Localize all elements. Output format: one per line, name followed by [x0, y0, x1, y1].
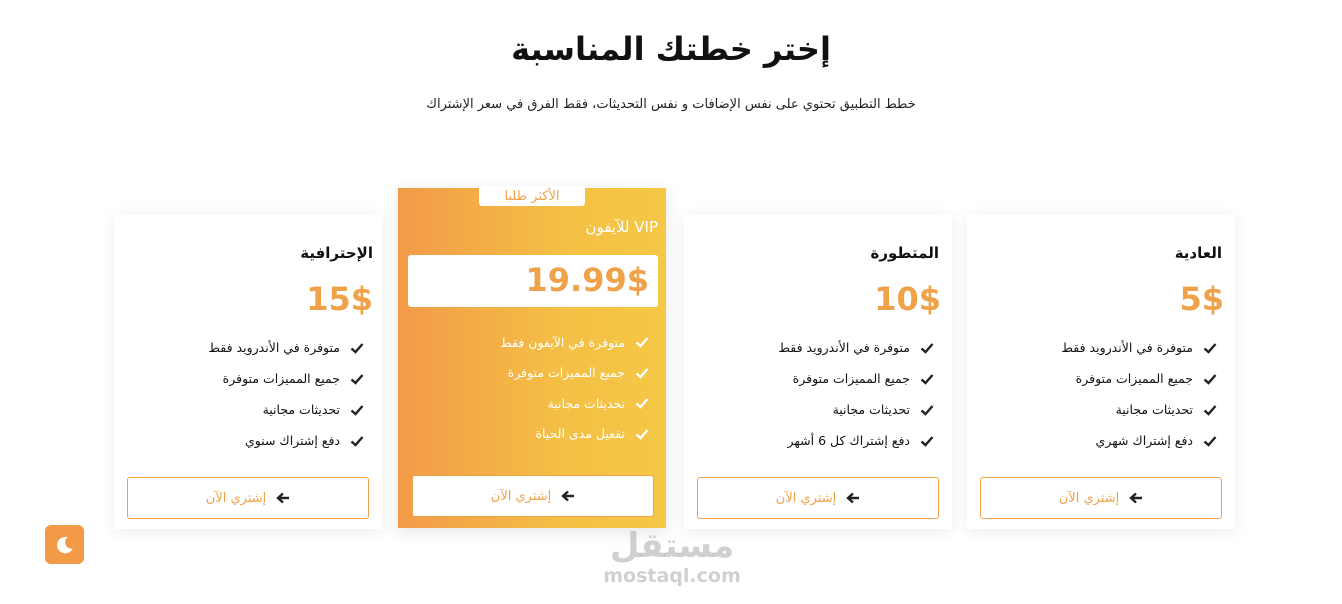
feature-item: متوفرة في الأندرويد فقط	[1061, 332, 1217, 363]
plan-card-advanced: المتطورة 10$ متوفرة في الأندرويد فقط جمي…	[684, 214, 952, 529]
check-icon	[635, 335, 649, 349]
feature-item: جميع المميزات متوفرة	[500, 358, 649, 389]
arrow-left-icon	[846, 491, 860, 505]
price-box: 19.99$	[408, 255, 658, 307]
feature-list: متوفرة في الأندرويد فقط جميع المميزات مت…	[778, 332, 934, 456]
buy-button-label: إشتري الآن	[1058, 490, 1120, 506]
feature-text: جميع المميزات متوفرة	[1075, 371, 1193, 386]
check-icon	[350, 341, 364, 355]
check-icon	[635, 396, 649, 410]
feature-text: جميع المميزات متوفرة	[792, 371, 910, 386]
plan-price: 5$	[1179, 280, 1224, 318]
check-icon	[1203, 434, 1217, 448]
most-popular-badge: الأكثر طلبا	[479, 186, 585, 206]
buy-button-label: إشتري الآن	[775, 490, 837, 506]
check-icon	[920, 434, 934, 448]
feature-text: متوفرة في الأندرويد فقط	[208, 340, 340, 355]
feature-list: متوفرة في الآيفون فقط جميع المميزات متوف…	[500, 327, 649, 449]
check-icon	[350, 434, 364, 448]
feature-item: دفع إشتراك شهري	[1061, 425, 1217, 456]
feature-text: تحديثات مجانية	[262, 402, 340, 417]
feature-text: تفعيل مدى الحياة	[535, 426, 625, 442]
feature-text: جميع المميزات متوفرة	[222, 371, 340, 386]
check-icon	[635, 427, 649, 441]
check-icon	[1203, 403, 1217, 417]
plan-name: العادية	[1174, 244, 1222, 262]
feature-item: تفعيل مدى الحياة	[500, 419, 649, 450]
feature-text: متوفرة في الأندرويد فقط	[1061, 340, 1193, 355]
plan-price: 19.99$	[525, 261, 649, 299]
watermark: مستقل mostaql.com	[592, 527, 752, 591]
check-icon	[920, 372, 934, 386]
plan-card-basic: العادية 5$ متوفرة في الأندرويد فقط جميع …	[967, 214, 1235, 529]
feature-item: تحديثات مجانية	[1061, 394, 1217, 425]
feature-item: جميع المميزات متوفرة	[1061, 363, 1217, 394]
check-icon	[920, 341, 934, 355]
buy-button-label: إشتري الآن	[490, 488, 552, 504]
feature-item: جميع المميزات متوفرة	[208, 363, 364, 394]
buy-button-basic[interactable]: إشتري الآن	[980, 477, 1222, 519]
plan-card-pro: الإحترافية 15$ متوفرة في الأندرويد فقط ج…	[114, 214, 382, 529]
check-icon	[1203, 372, 1217, 386]
feature-text: تحديثات مجانية	[1115, 402, 1193, 417]
feature-item: تحديثات مجانية	[208, 394, 364, 425]
plan-name: المتطورة	[870, 244, 939, 262]
plan-price: 15$	[306, 280, 373, 318]
feature-item: متوفرة في الأندرويد فقط	[778, 332, 934, 363]
feature-text: دفع إشتراك كل 6 أشهر	[787, 433, 910, 448]
arrow-left-icon	[561, 489, 575, 503]
plan-name: الإحترافية	[300, 244, 373, 262]
check-icon	[635, 366, 649, 380]
feature-list: متوفرة في الأندرويد فقط جميع المميزات مت…	[208, 332, 364, 456]
check-icon	[350, 403, 364, 417]
feature-text: متوفرة في الأندرويد فقط	[778, 340, 910, 355]
plan-price: 10$	[874, 280, 941, 318]
page-subtitle: خطط التطبيق تحتوي على نفس الإضافات و نفس…	[426, 97, 916, 112]
feature-item: تحديثات مجانية	[500, 388, 649, 419]
moon-icon	[56, 536, 73, 553]
check-icon	[1203, 341, 1217, 355]
feature-item: دفع إشتراك كل 6 أشهر	[778, 425, 934, 456]
page-title: إختر خطتك المناسبة	[511, 30, 831, 68]
feature-item: متوفرة في الآيفون فقط	[500, 327, 649, 358]
plan-name: VIP للآيفون	[585, 218, 658, 236]
feature-text: دفع إشتراك شهري	[1095, 433, 1193, 448]
buy-button-pro[interactable]: إشتري الآن	[127, 477, 369, 519]
feature-item: تحديثات مجانية	[778, 394, 934, 425]
check-icon	[350, 372, 364, 386]
feature-text: تحديثات مجانية	[547, 395, 625, 411]
feature-item: متوفرة في الأندرويد فقط	[208, 332, 364, 363]
arrow-left-icon	[1129, 491, 1143, 505]
arrow-left-icon	[276, 491, 290, 505]
plan-card-vip: الأكثر طلبا VIP للآيفون 19.99$ متوفرة في…	[398, 186, 666, 528]
feature-text: تحديثات مجانية	[832, 402, 910, 417]
buy-button-vip[interactable]: إشتري الآن	[412, 475, 654, 517]
feature-item: دفع إشتراك سنوي	[208, 425, 364, 456]
feature-text: دفع إشتراك سنوي	[244, 433, 340, 448]
feature-item: جميع المميزات متوفرة	[778, 363, 934, 394]
buy-button-label: إشتري الآن	[205, 490, 267, 506]
feature-text: جميع المميزات متوفرة	[507, 365, 625, 381]
check-icon	[920, 403, 934, 417]
watermark-latin: mostaql.com	[603, 565, 741, 587]
buy-button-advanced[interactable]: إشتري الآن	[697, 477, 939, 519]
theme-toggle-button[interactable]	[45, 525, 84, 564]
feature-list: متوفرة في الأندرويد فقط جميع المميزات مت…	[1061, 332, 1217, 456]
feature-text: متوفرة في الآيفون فقط	[500, 334, 625, 350]
watermark-arabic: مستقل	[609, 526, 735, 566]
pricing-page: إختر خطتك المناسبة خطط التطبيق تحتوي على…	[0, 0, 1342, 604]
